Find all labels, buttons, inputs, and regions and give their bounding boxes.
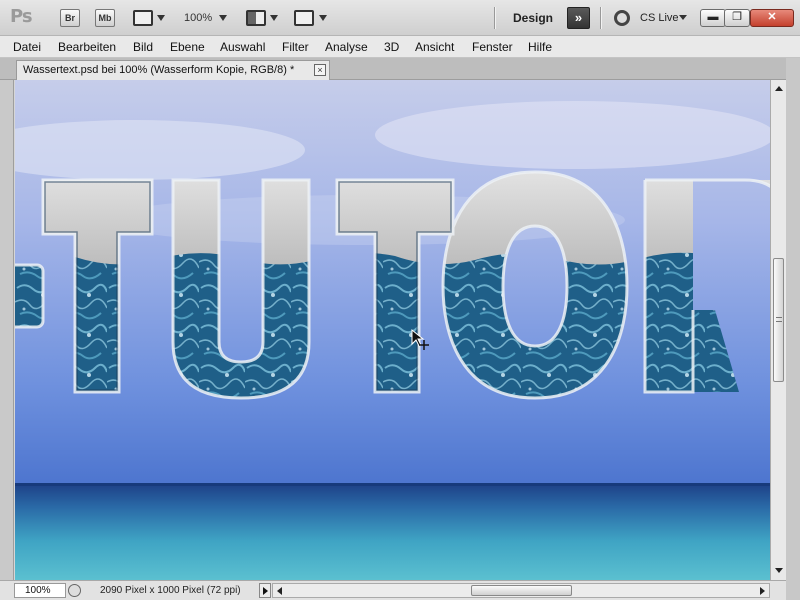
photoshop-logo: Ps [10, 6, 33, 27]
document-tab-title: Wassertext.psd bei 100% (Wasserform Kopi… [23, 64, 295, 76]
toolbar-separator [494, 7, 495, 29]
scroll-down-icon[interactable] [775, 568, 783, 573]
document-info: 2090 Pixel x 1000 Pixel (72 ppi) [100, 585, 241, 596]
menu-auswahl[interactable]: Auswahl [220, 40, 265, 54]
scroll-left-icon[interactable] [277, 587, 282, 595]
menu-hilfe[interactable]: Hilfe [528, 40, 552, 54]
status-bar: 100% 2090 Pixel x 1000 Pixel (72 ppi) [0, 580, 786, 600]
workspace-design-button[interactable]: Design [513, 11, 553, 25]
document-tab[interactable]: Wassertext.psd bei 100% (Wasserform Kopi… [16, 60, 330, 80]
close-icon[interactable]: ✕ [750, 9, 794, 27]
status-menu-icon[interactable] [259, 583, 271, 598]
menu-filter[interactable]: Filter [282, 40, 309, 54]
application-bar: Ps Br Mb 100% Design » CS Live ▬ ❐ ✕ [0, 0, 800, 36]
menu-analyse[interactable]: Analyse [325, 40, 368, 54]
menu-bild[interactable]: Bild [133, 40, 153, 54]
cs-live-menu[interactable]: CS Live [640, 12, 679, 24]
cs-live-dropdown-icon[interactable] [679, 15, 687, 20]
cs-live-icon[interactable] [614, 10, 630, 26]
screen-mode-dropdown-icon[interactable] [319, 15, 327, 21]
menu-ansicht[interactable]: Ansicht [415, 40, 454, 54]
view-extras-icon[interactable] [133, 10, 153, 26]
canvas-artwork [15, 80, 770, 580]
menu-bar: Datei Bearbeiten Bild Ebene Auswahl Filt… [0, 36, 800, 58]
view-extras-dropdown-icon[interactable] [157, 15, 165, 21]
toolbar-separator [600, 7, 601, 29]
menu-3d[interactable]: 3D [384, 40, 399, 54]
document-tab-strip: Wassertext.psd bei 100% (Wasserform Kopi… [0, 58, 800, 80]
horizontal-scrollbar[interactable] [272, 583, 770, 598]
zoom-dropdown-icon[interactable] [219, 15, 227, 21]
zoom-level-menu[interactable]: 100% [184, 12, 212, 24]
minimize-icon[interactable]: ▬ [700, 9, 726, 27]
document-canvas[interactable] [15, 80, 770, 580]
menu-bearbeiten[interactable]: Bearbeiten [58, 40, 116, 54]
menu-fenster[interactable]: Fenster [472, 40, 513, 54]
vertical-scrollbar[interactable] [770, 80, 786, 580]
scroll-grip-icon [776, 317, 782, 322]
menu-ebene[interactable]: Ebene [170, 40, 205, 54]
arrange-dropdown-icon[interactable] [270, 15, 278, 21]
close-tab-icon[interactable]: × [314, 64, 326, 76]
workspace-switcher-icon[interactable]: » [567, 7, 590, 29]
zoom-icon[interactable] [68, 584, 81, 597]
horizontal-scroll-thumb[interactable] [471, 585, 572, 596]
scroll-up-icon[interactable] [775, 86, 783, 91]
screen-mode-icon[interactable] [294, 10, 314, 26]
restore-icon[interactable]: ❐ [724, 9, 750, 27]
arrange-documents-icon[interactable] [246, 10, 266, 26]
scroll-right-icon[interactable] [760, 587, 765, 595]
menu-datei[interactable]: Datei [13, 40, 41, 54]
mini-bridge-icon[interactable]: Mb [95, 9, 115, 27]
canvas-left-edge [0, 80, 14, 580]
panel-dock-edge [786, 58, 800, 600]
launch-bridge-icon[interactable]: Br [60, 9, 80, 27]
vertical-scroll-thumb[interactable] [773, 258, 784, 382]
status-zoom-field[interactable]: 100% [14, 583, 66, 598]
